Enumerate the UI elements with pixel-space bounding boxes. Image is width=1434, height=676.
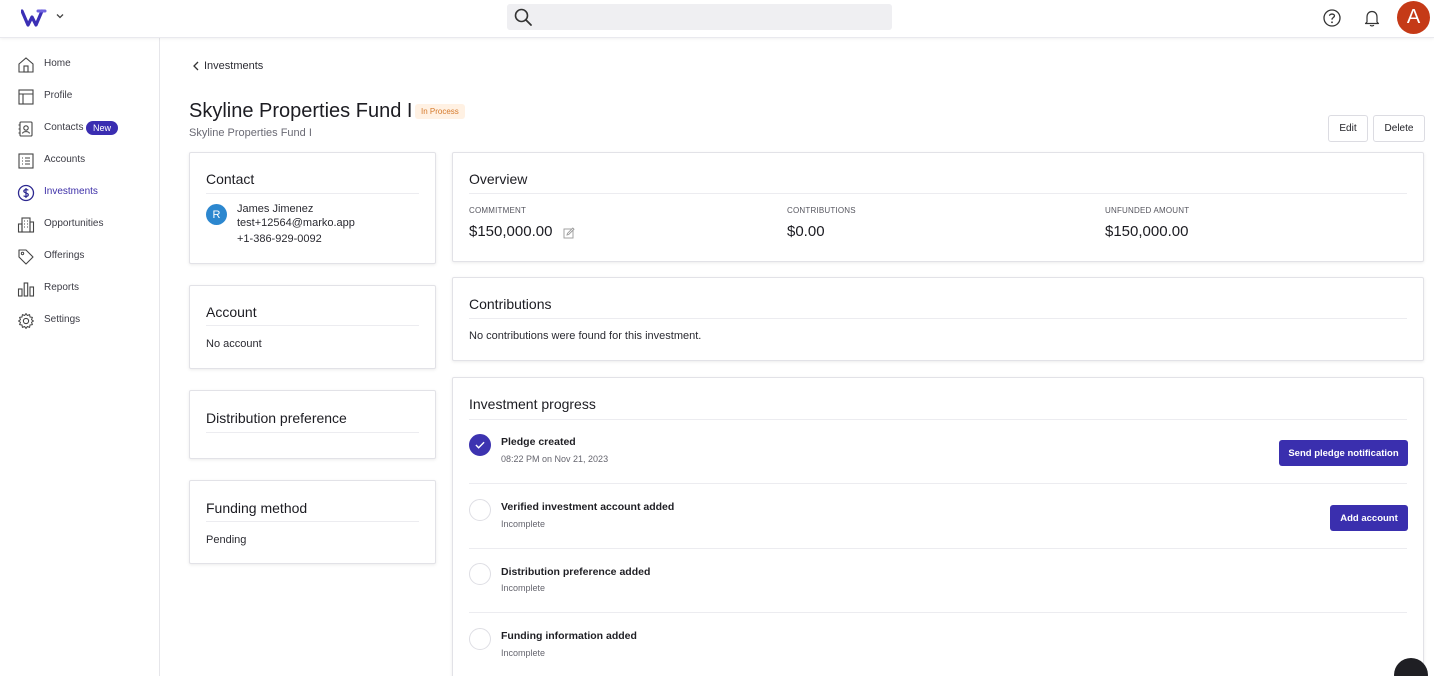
page-subtitle: Skyline Properties Fund I [189,127,312,139]
chevron-left-icon [193,61,199,71]
back-link[interactable]: Investments [192,60,263,72]
sidebar-item-home[interactable]: Home [0,51,159,79]
status-badge: In Process [415,104,465,119]
building-icon [17,217,35,233]
card-title: Distribution preference [206,410,347,426]
step-status-circle [469,628,491,650]
step-status-circle [469,499,491,521]
divider [206,193,419,194]
contributions-label: CONTRIBUTIONS [787,206,856,215]
contacts-icon [18,121,33,137]
search-input[interactable] [539,4,884,30]
contributions-card: Contributions No contributions were foun… [452,277,1424,361]
account-value: No account [206,338,262,350]
divider [206,432,419,433]
contact-phone: +1-386-929-0092 [237,233,322,245]
card-title: Account [206,304,257,320]
funding-method-value: Pending [206,534,247,546]
commitment-label: COMMITMENT [469,206,527,215]
sidebar-item-offerings[interactable]: Offerings [0,243,159,271]
sidebar-item-label: Reports [44,282,80,293]
sidebar-item-label: Investments [44,186,98,197]
divider [206,325,419,326]
sidebar-item-reports[interactable]: Reports [0,275,159,303]
edit-button[interactable]: Edit [1328,115,1368,142]
step-subtitle: Incomplete [501,519,546,529]
divider [469,419,1407,420]
back-link-label: Investments [204,60,264,72]
card-title: Contributions [469,296,552,312]
overview-card: Overview COMMITMENT $150,000.00 CONTRIBU… [452,152,1424,262]
commitment-value: $150,000.00 [469,223,553,240]
delete-button[interactable]: Delete [1373,115,1425,142]
sidebar-item-label: Accounts [44,154,86,165]
step-subtitle: 08:22 PM on Nov 21, 2023 [501,454,609,464]
contact-avatar: R [206,204,227,225]
tag-icon [18,249,34,265]
contact-card: Contact R James Jimenez test+12564@marko… [189,152,436,264]
distribution-preference-card: Distribution preference [189,390,436,459]
sidebar-item-contacts[interactable]: Contacts New [0,115,159,143]
divider [469,548,1407,549]
add-account-button[interactable]: Add account [1330,505,1408,531]
contact-email: test+12564@marko.app [237,217,355,229]
step-title: Distribution preference added [501,566,651,578]
contributions-empty-text: No contributions were found for this inv… [469,330,702,342]
user-avatar[interactable]: A [1397,1,1430,34]
card-title: Overview [469,171,528,187]
contact-name[interactable]: James Jimenez [237,203,313,215]
sidebar-item-accounts[interactable]: Accounts [0,147,159,175]
search-icon [514,8,532,26]
search-bar[interactable] [507,4,892,30]
divider [469,318,1407,319]
divider [469,193,1407,194]
new-badge: New [86,121,119,135]
sidebar-item-label: Contacts [44,122,84,133]
dollar-icon [17,184,35,202]
step-status-circle [469,563,491,585]
card-title: Investment progress [469,396,596,412]
logo-icon[interactable] [21,8,47,28]
divider [206,521,419,522]
send-pledge-notification-button[interactable]: Send pledge notification [1279,440,1408,466]
bell-icon[interactable] [1362,8,1382,28]
gear-icon [18,313,34,329]
home-icon [18,57,34,73]
step-title: Verified investment account added [501,501,675,513]
contributions-value: $0.00 [787,223,825,240]
divider [469,612,1407,613]
pencil-icon[interactable] [563,227,575,239]
account-card: Account No account [189,285,436,369]
investment-progress-card: Investment progress Pledge created 08:22… [452,377,1424,676]
bar-chart-icon [17,282,35,297]
sidebar: Home Profile Contacts New Accounts Inves… [0,38,160,676]
unfunded-amount-value: $150,000.00 [1105,223,1189,240]
divider [469,483,1407,484]
chevron-down-icon[interactable] [54,10,66,22]
sidebar-item-label: Settings [44,314,81,325]
sidebar-item-label: Opportunities [44,218,104,229]
page-title: Skyline Properties Fund I [189,100,413,122]
sidebar-item-label: Profile [44,90,73,101]
step-subtitle: Incomplete [501,648,546,658]
sidebar-item-settings[interactable]: Settings [0,307,159,335]
sidebar-item-label: Offerings [44,250,85,261]
step-subtitle: Incomplete [501,583,546,593]
card-title: Funding method [206,500,308,516]
sidebar-item-label: Home [44,58,71,69]
sidebar-item-opportunities[interactable]: Opportunities [0,211,159,239]
profile-icon [18,89,34,105]
top-bar: A [0,0,1434,38]
step-check-icon [469,434,491,456]
check-icon [475,441,485,449]
step-title: Pledge created [501,436,576,448]
sidebar-item-investments[interactable]: Investments [0,179,159,207]
help-icon[interactable] [1322,8,1342,28]
unfunded-amount-label: UNFUNDED AMOUNT [1105,206,1190,215]
accounts-icon [18,153,34,169]
funding-method-card: Funding method Pending [189,480,436,564]
sidebar-item-profile[interactable]: Profile [0,83,159,111]
card-title: Contact [206,171,255,187]
step-title: Funding information added [501,630,637,642]
